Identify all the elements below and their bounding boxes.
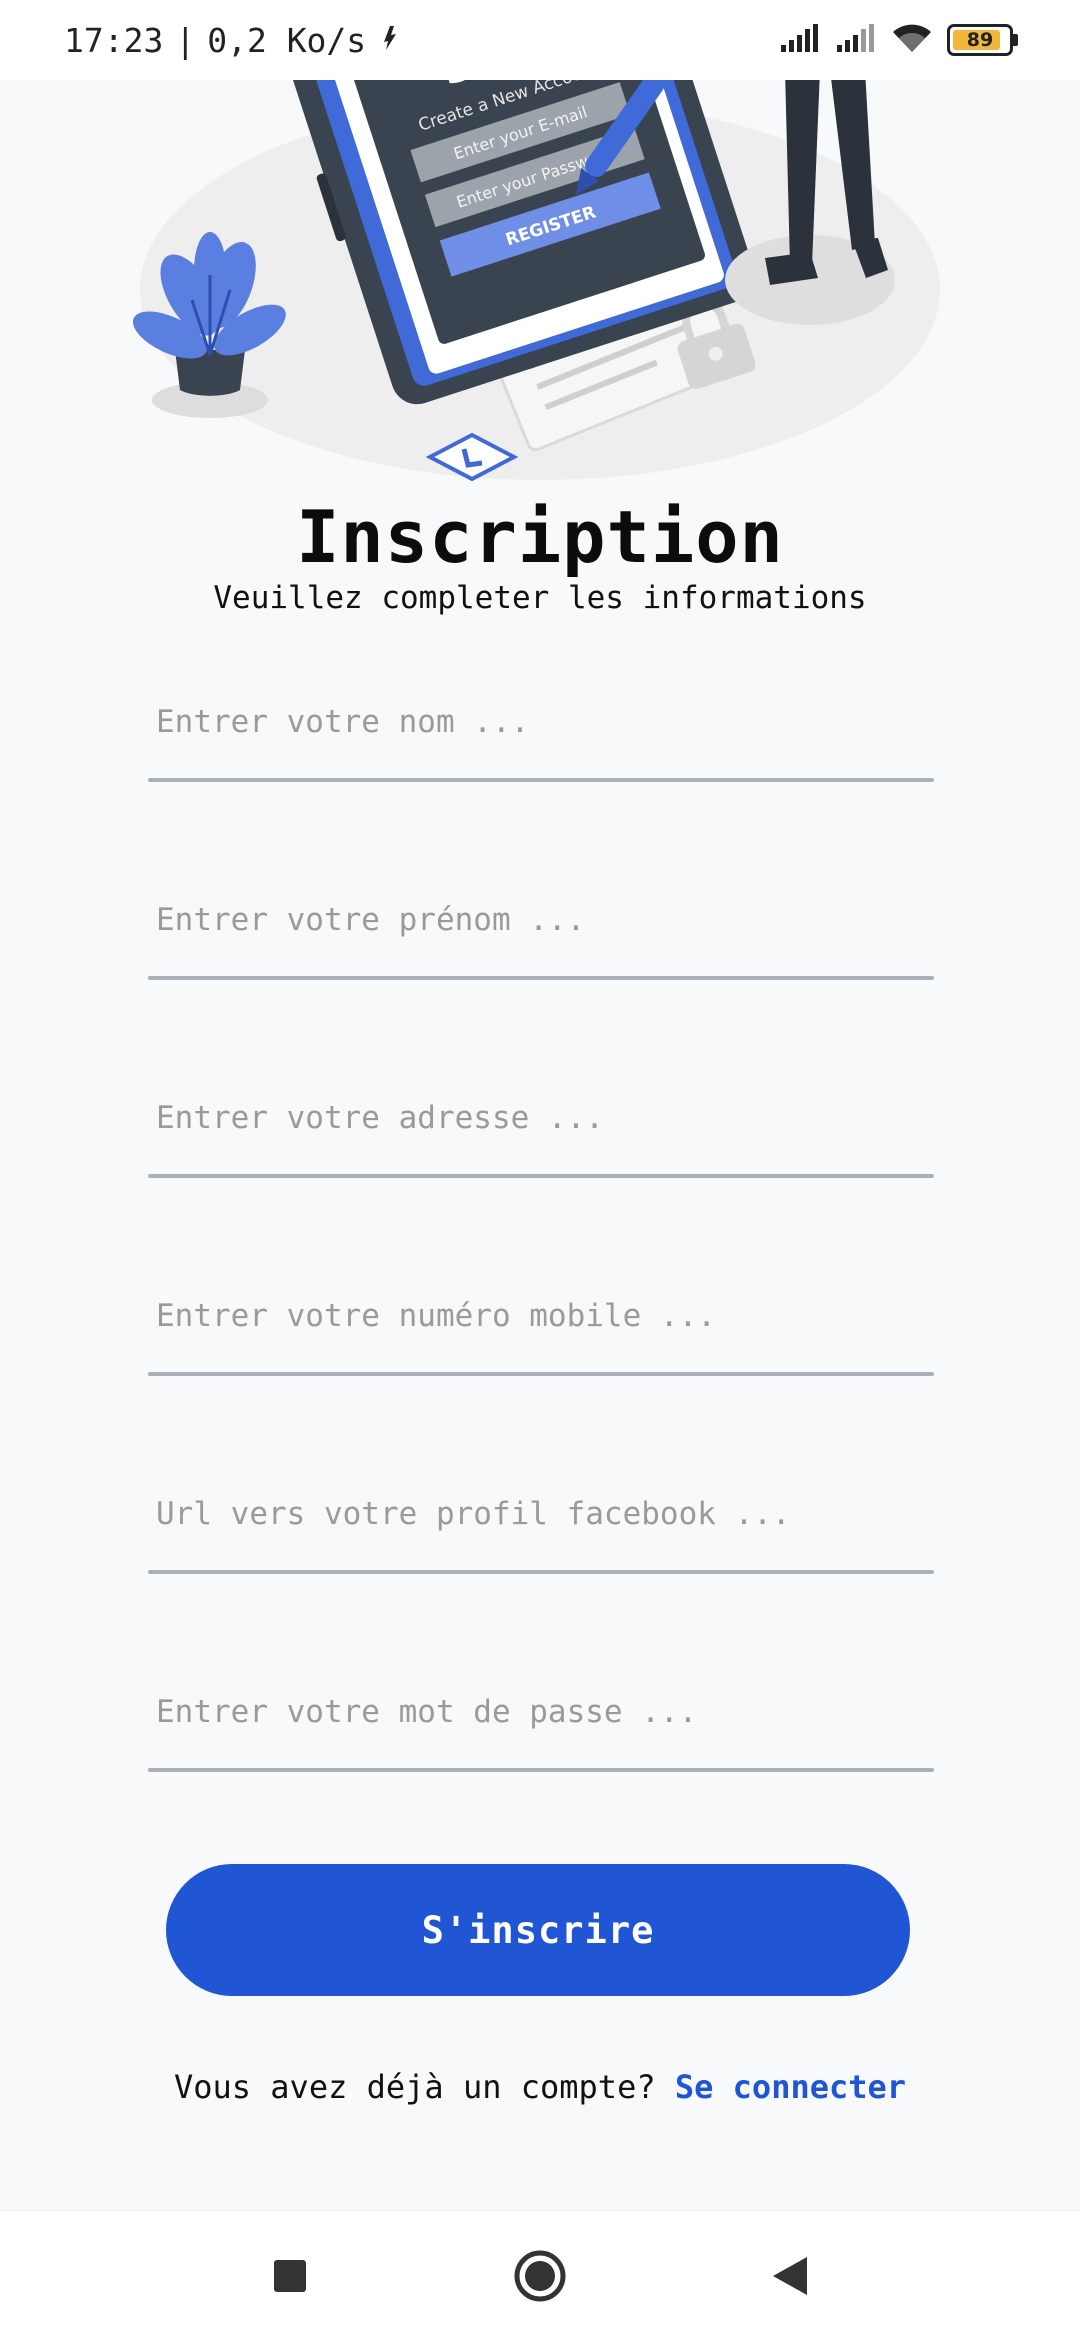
battery-icon: 89 bbox=[947, 24, 1018, 56]
field-underline bbox=[148, 1372, 934, 1376]
status-bar: 17:23 | 0,2 Ko/s 89 bbox=[0, 0, 1080, 80]
field-underline bbox=[148, 1768, 934, 1772]
recent-apps-icon[interactable] bbox=[260, 2246, 320, 2306]
wifi-icon bbox=[891, 22, 933, 58]
status-separator: | bbox=[175, 20, 196, 60]
status-time: 17:23 bbox=[64, 20, 164, 60]
field-underline bbox=[148, 976, 934, 980]
field-underline bbox=[148, 1174, 934, 1178]
field-underline bbox=[148, 1570, 934, 1574]
login-question: Vous avez déjà un compte? bbox=[173, 2068, 656, 2106]
login-prompt: Vous avez déjà un compte? Se connecter bbox=[0, 2068, 1080, 2106]
login-link[interactable]: Se connecter bbox=[675, 2068, 906, 2106]
battery-level: 89 bbox=[966, 29, 994, 51]
status-left: 17:23 | 0,2 Ko/s bbox=[64, 21, 402, 60]
navigation-bar bbox=[0, 2210, 1080, 2340]
status-right: 89 bbox=[779, 22, 1018, 58]
field-underline bbox=[148, 778, 934, 782]
status-speed: 0,2 Ko/s bbox=[207, 20, 367, 60]
facebook-url-field bbox=[148, 1464, 934, 1574]
signal-icon bbox=[779, 23, 821, 57]
password-input[interactable] bbox=[148, 1662, 934, 1762]
facebook-url-input[interactable] bbox=[148, 1464, 934, 1564]
first-name-input[interactable] bbox=[148, 870, 934, 970]
address-input[interactable] bbox=[148, 1068, 934, 1168]
battery-tip bbox=[1013, 34, 1018, 46]
notification-icon bbox=[378, 21, 402, 60]
first-name-field bbox=[148, 870, 934, 980]
mobile-input[interactable] bbox=[148, 1266, 934, 1366]
battery-body: 89 bbox=[947, 24, 1013, 56]
last-name-input[interactable] bbox=[148, 672, 934, 772]
address-field bbox=[148, 1068, 934, 1178]
back-icon[interactable] bbox=[760, 2246, 820, 2306]
page-subtitle: Veuillez completer les informations bbox=[213, 580, 867, 616]
home-icon[interactable] bbox=[510, 2246, 570, 2306]
signup-illustration: SIGN Create a New Account Enter your E-m… bbox=[130, 80, 950, 490]
password-field bbox=[148, 1662, 934, 1772]
signal-icon-2 bbox=[835, 23, 877, 57]
mobile-field bbox=[148, 1266, 934, 1376]
register-button[interactable]: S'inscrire bbox=[166, 1864, 910, 1996]
last-name-field bbox=[148, 672, 934, 782]
page-title: Inscription bbox=[296, 495, 784, 579]
